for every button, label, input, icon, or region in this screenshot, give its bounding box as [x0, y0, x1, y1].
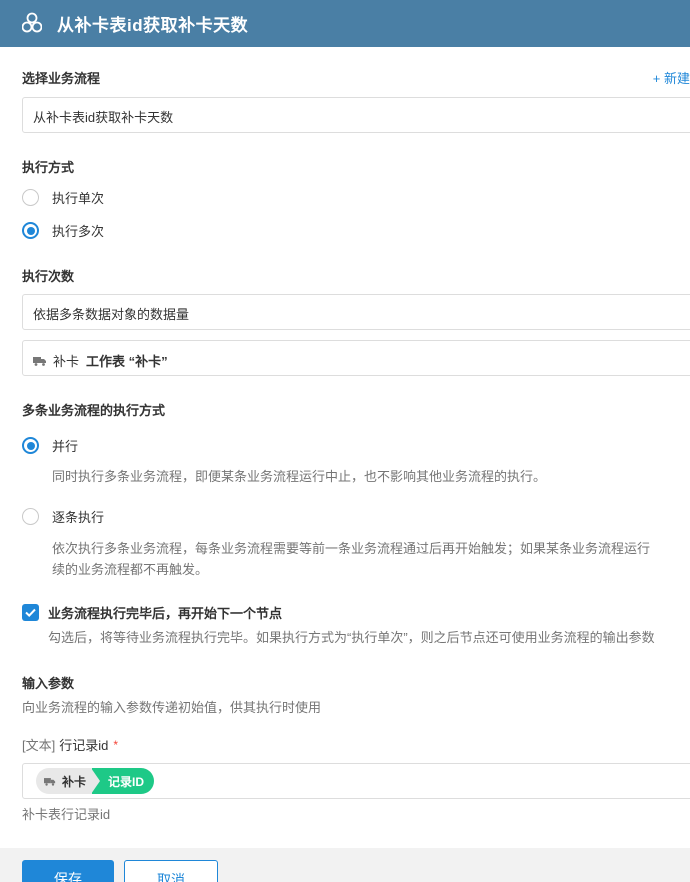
exec-count-select[interactable]: 依据多条数据对象的数据量 [22, 294, 690, 330]
wait-complete-checkbox[interactable]: 业务流程执行完毕后，再开始下一个节点 [22, 603, 282, 622]
exec-mode-once-label: 执行单次 [52, 191, 105, 206]
exec-mode-multiple-option[interactable]: 执行多次 [22, 221, 104, 240]
workflow-select-label: 选择业务流程 [22, 71, 101, 86]
multi-mode-sequential-option[interactable]: 逐条执行 [22, 507, 104, 526]
truck-icon [33, 356, 46, 366]
exec-count-value: 依据多条数据对象的数据量 [33, 307, 190, 322]
source-sheet-text: 工作表 “补卡” [86, 354, 168, 369]
radio-icon [22, 508, 39, 525]
hexagon-cluster-icon [22, 12, 42, 33]
param-type: [文本] [22, 738, 56, 753]
tag-sheet: 补卡 [36, 768, 93, 794]
multi-mode-parallel-option[interactable]: 并行 [22, 436, 78, 455]
exec-mode-once-option[interactable]: 执行单次 [22, 188, 104, 207]
param-note: 补卡表行记录id [22, 807, 111, 822]
sequential-description-line2: 续的业务流程都不再触发。 [52, 562, 209, 577]
page-title: 从补卡表id获取补卡天数 [57, 16, 249, 35]
radio-icon [22, 189, 39, 206]
exec-count-label: 执行次数 [22, 269, 75, 284]
tag-sheet-name: 补卡 [62, 774, 87, 789]
truck-icon [44, 777, 56, 786]
multi-mode-sequential-label: 逐条执行 [52, 510, 105, 525]
param-value-tag[interactable]: 补卡 记录ID [36, 768, 155, 794]
multi-mode-label: 多条业务流程的执行方式 [22, 403, 166, 418]
input-params-description: 向业务流程的输入参数传递初始值，供其执行时使用 [22, 700, 322, 715]
save-button[interactable]: 保存 [22, 860, 114, 882]
wait-complete-label: 业务流程执行完毕后，再开始下一个节点 [48, 606, 283, 621]
checkbox-checked-icon [22, 604, 39, 621]
param-label: [文本] 行记录id * [22, 735, 118, 754]
new-workflow-link[interactable]: + 新建 [653, 68, 690, 87]
exec-mode-multiple-label: 执行多次 [52, 224, 105, 239]
multi-mode-parallel-label: 并行 [52, 439, 79, 454]
param-name: 行记录id [59, 738, 109, 753]
exec-count-source-field[interactable]: 补卡 工作表 “补卡” [22, 340, 690, 376]
exec-mode-label: 执行方式 [22, 160, 75, 175]
workflow-select[interactable]: 从补卡表id获取补卡天数 [22, 97, 690, 133]
radio-checked-icon [22, 437, 39, 454]
required-mark: * [113, 737, 119, 752]
radio-checked-icon [22, 222, 39, 239]
parallel-description: 同时执行多条业务流程，即便某条业务流程运行中止，也不影响其他业务流程的执行。 [52, 469, 547, 484]
source-sheet-name: 补卡 [53, 354, 80, 369]
sequential-description-line1: 依次执行多条业务流程，每条业务流程需要等前一条业务流程通过后再开始触发；如果某条… [52, 541, 651, 556]
cancel-button[interactable]: 取消 [124, 860, 218, 882]
tag-field: 记录ID [91, 768, 155, 794]
workflow-select-value: 从补卡表id获取补卡天数 [33, 110, 174, 125]
wait-complete-description: 勾选后，将等待业务流程执行完毕。如果执行方式为“执行单次”，则之后节点还可使用业… [48, 630, 655, 645]
input-params-label: 输入参数 [22, 676, 75, 691]
header-bar: 从补卡表id获取补卡天数 [0, 0, 690, 47]
